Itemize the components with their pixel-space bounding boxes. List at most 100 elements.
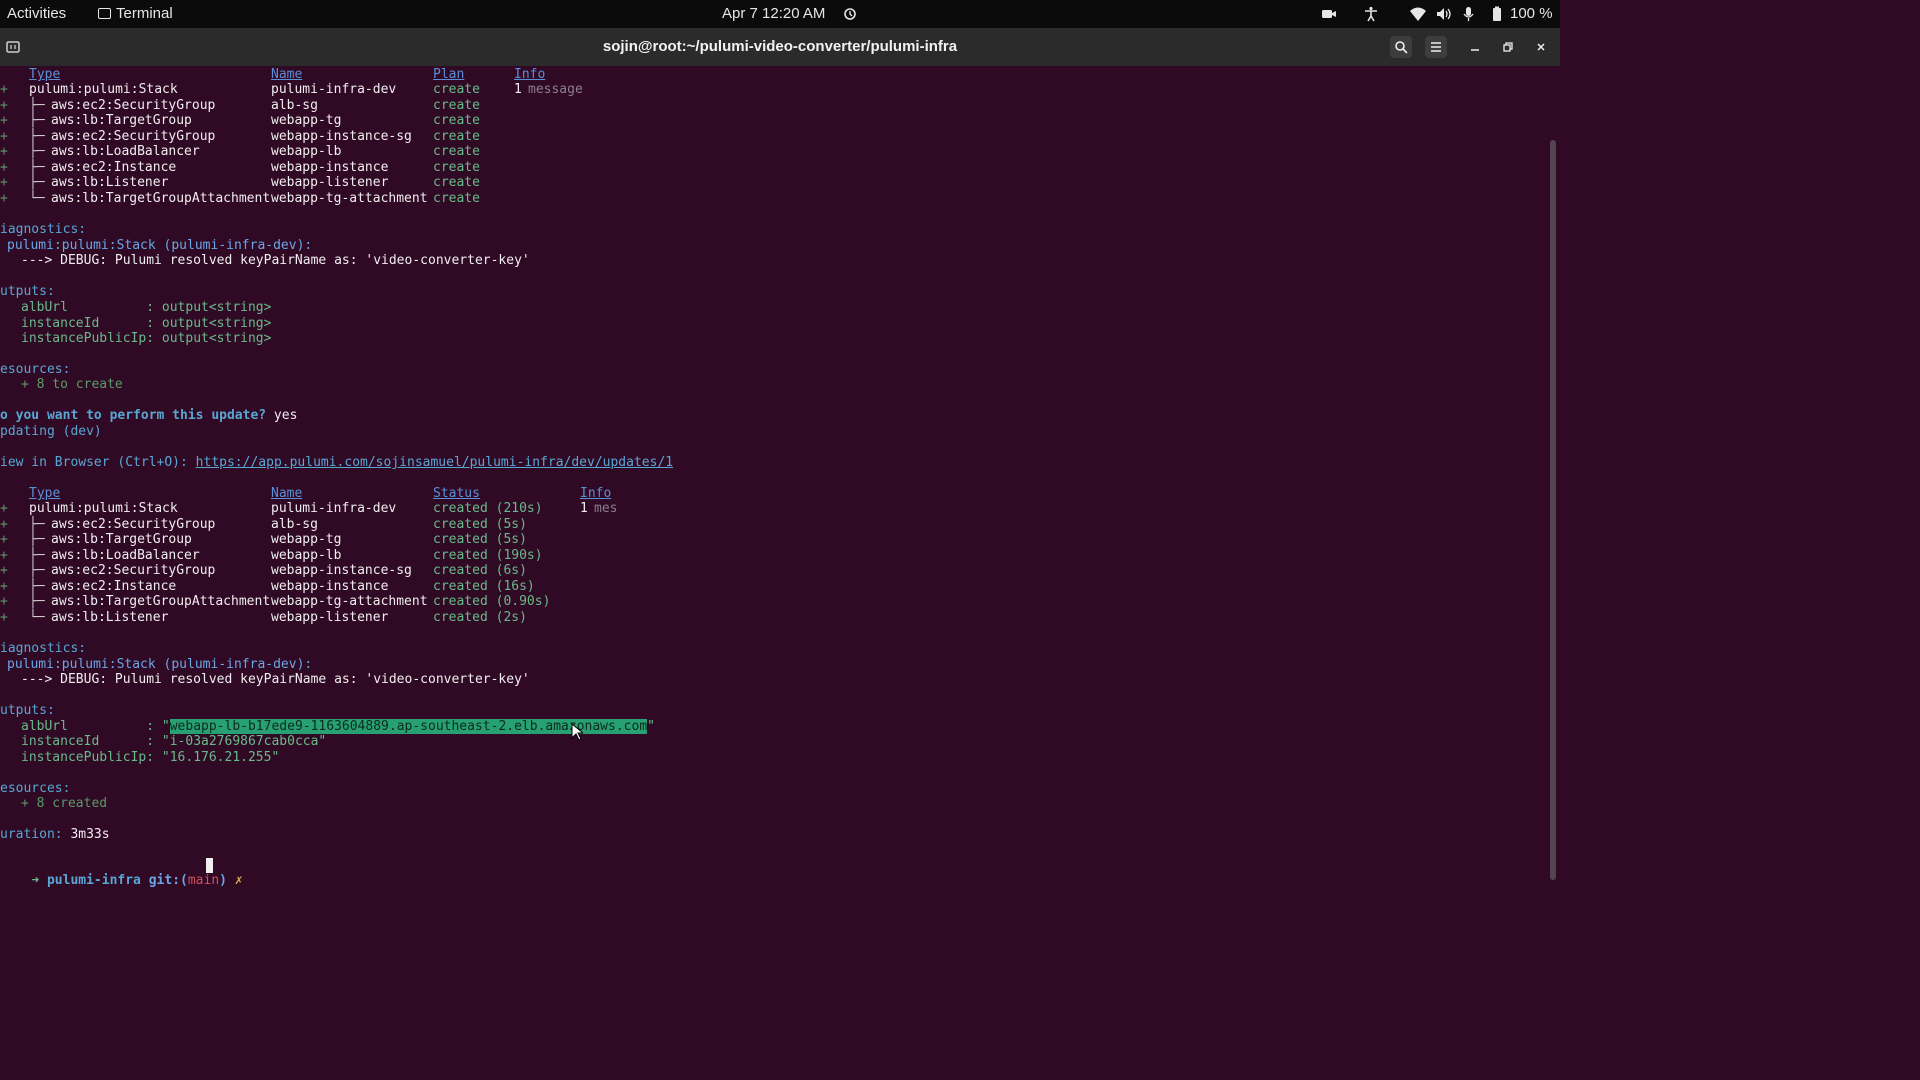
text-cursor — [206, 858, 213, 873]
resource-type: aws:lb:TargetGroupAttachment — [51, 190, 271, 206]
row-status-plus: + — [0, 82, 8, 97]
row-status-plus: + — [0, 578, 8, 594]
updating-line: pdating (dev) — [0, 424, 102, 439]
resource-type: aws:ec2:SecurityGroup — [51, 516, 216, 532]
row-status-plus: + — [0, 175, 8, 190]
resource-status: created (5s) — [433, 516, 527, 532]
hamburger-icon — [1431, 42, 1441, 52]
diagnostics-heading: iagnostics: — [0, 641, 87, 656]
resource-name: webapp-lb — [271, 144, 342, 159]
view-in-browser-link[interactable]: https://app.pulumi.com/sojinsamuel/pulum… — [196, 455, 673, 470]
terminal-icon — [98, 8, 111, 19]
resource-type: aws:lb:LoadBalancer — [51, 144, 200, 159]
resource-type: aws:lb:Listener — [51, 175, 169, 190]
output-key: albUrl — [21, 300, 147, 315]
camera-icon[interactable] — [1321, 6, 1337, 22]
output-quote: " — [647, 719, 655, 734]
resource-name: webapp-tg — [271, 113, 342, 128]
prompt-arrow: ➜ — [31, 873, 40, 888]
tree-connector: ├─ — [29, 128, 45, 144]
view-in-browser-label: iew in Browser (Ctrl+O): — [0, 455, 196, 470]
row-status-plus: + — [0, 594, 8, 609]
window-title: sojin@root:~/pulumi-video-converter/pulu… — [602, 38, 958, 55]
output-value: : output<string> — [146, 300, 272, 315]
output-key: instancePublicIp — [21, 750, 147, 765]
volume-icon[interactable] — [1436, 6, 1452, 22]
search-icon — [1395, 41, 1408, 54]
output-line: instancePublicIp: output<string> — [21, 331, 271, 346]
column-header-name: Name — [271, 486, 303, 501]
clock[interactable]: Apr 7 12:20 AM — [722, 5, 825, 22]
tree-connector: ├─ — [29, 532, 45, 547]
resource-type: aws:lb:Listener — [51, 609, 169, 625]
resource-name: webapp-tg — [271, 532, 342, 547]
row-status-plus: + — [0, 563, 8, 578]
resource-plan: create — [433, 159, 480, 175]
row-status-plus: + — [0, 532, 8, 547]
resource-row: + └─ aws:lb:Listener webapp-listener created… — [0, 610, 900, 625]
tree-connector: ├─ — [29, 594, 45, 609]
resource-name: webapp-instance — [271, 159, 389, 175]
resource-plan: create — [433, 175, 480, 190]
output-value: : "16.176.21.255" — [146, 750, 280, 765]
battery-icon[interactable] — [1489, 6, 1505, 22]
diagnostics-message: ---> DEBUG: Pulumi resolved keyPairName … — [21, 672, 530, 687]
outputs-heading: utputs: — [0, 703, 55, 718]
restore-button[interactable] — [1497, 36, 1519, 58]
output-value: : output<string> — [146, 315, 272, 331]
activities-button[interactable]: Activities — [7, 5, 66, 22]
resource-name: webapp-tg-attachment — [271, 190, 428, 206]
resource-plan: create — [433, 82, 480, 97]
resource-plan: create — [433, 144, 480, 159]
output-instanceid: instanceId : "i-03a2769867cab0cca" — [21, 734, 326, 749]
minimize-button[interactable] — [1464, 36, 1486, 58]
resource-type: aws:lb:LoadBalancer — [51, 547, 200, 563]
search-button[interactable] — [1390, 36, 1412, 58]
duration-line: uration: 3m33s — [0, 827, 110, 842]
tree-connector: ├─ — [29, 144, 45, 159]
minimize-icon — [1471, 49, 1479, 51]
tree-connector: └─ — [29, 190, 45, 206]
resource-type: aws:ec2:Instance — [51, 578, 177, 594]
resource-type: aws:ec2:Instance — [51, 159, 177, 175]
resource-name: alb-sg — [271, 516, 318, 532]
resource-name: webapp-instance-sg — [271, 563, 412, 578]
row-status-plus: + — [0, 501, 8, 516]
tree-connector: ├─ — [29, 547, 45, 563]
battery-percent: 100 % — [1510, 5, 1553, 22]
info-text: message — [528, 82, 583, 97]
microphone-icon[interactable] — [1461, 6, 1477, 22]
outputs-heading: utputs: — [0, 284, 55, 299]
row-status-plus: + — [0, 144, 8, 159]
window-titlebar[interactable]: sojin@root:~/pulumi-video-converter/pulu… — [0, 28, 1560, 66]
terminal-app-menu[interactable]: Terminal — [98, 5, 173, 22]
resource-row: + ├─ aws:ec2:SecurityGroup alb-sg create — [0, 98, 900, 113]
terminal-output[interactable]: Type Name Plan Info + pulumi:pulumi:Stack… — [0, 66, 1548, 888]
column-header-type: Type — [29, 486, 61, 501]
resource-name: pulumi-infra-dev — [271, 82, 397, 97]
menu-button[interactable] — [1425, 36, 1447, 58]
column-header-status: Status — [433, 486, 480, 501]
accessibility-icon[interactable] — [1363, 6, 1379, 22]
column-header-name: Name — [271, 67, 303, 82]
resource-name: webapp-instance — [271, 578, 389, 594]
diagnostics-stack: pulumi:pulumi:Stack (pulumi-infra-dev): — [7, 238, 313, 253]
row-status-plus: + — [0, 547, 8, 563]
info-text: mes — [594, 501, 618, 516]
resource-plan: create — [433, 128, 480, 144]
wifi-icon[interactable] — [1410, 6, 1426, 22]
view-in-browser-line: iew in Browser (Ctrl+O): https://app.pul… — [0, 455, 673, 470]
resource-row: + ├─ aws:ec2:SecurityGroup webapp-instance-… — [0, 563, 900, 578]
duration-label: uration: — [0, 827, 63, 842]
resource-row: + pulumi:pulumi:Stack pulumi-infra-dev crea… — [0, 82, 900, 97]
close-icon — [1537, 43, 1545, 51]
preview-header-row: Type Name Plan Info — [0, 67, 545, 82]
duration-value: 3m33s — [62, 827, 110, 842]
terminal-scrollbar[interactable] — [1550, 140, 1556, 880]
resource-type: aws:lb:TargetGroup — [51, 113, 192, 128]
resource-row: + ├─ aws:ec2:SecurityGroup alb-sg created (5… — [0, 517, 900, 532]
output-key: instanceId — [21, 734, 147, 749]
close-button[interactable] — [1530, 36, 1552, 58]
tree-connector: ├─ — [29, 175, 45, 190]
resource-name: webapp-instance-sg — [271, 128, 412, 144]
